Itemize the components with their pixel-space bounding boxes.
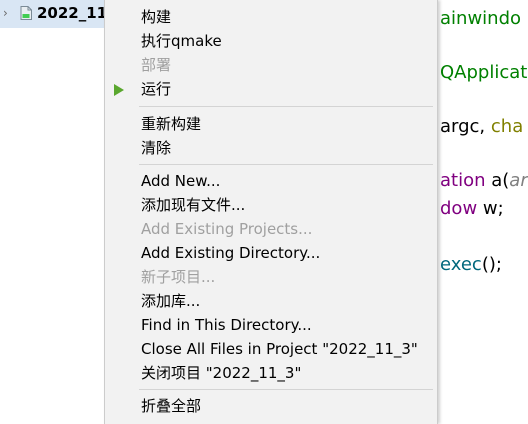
code-text: arg	[509, 170, 528, 191]
menu-item-label: Add New...	[141, 172, 221, 190]
code-text: ainwindo	[440, 8, 522, 29]
menu-item-label: Close All Files in Project "2022_11_3"	[141, 340, 418, 358]
code-text: a(	[491, 170, 510, 191]
menu-separator	[139, 164, 433, 165]
menu-item-label: 清除	[141, 139, 172, 157]
chevron-right-icon[interactable]: ›	[3, 6, 8, 20]
menu-item-label: 新子项目...	[141, 268, 216, 286]
menu-item-new-subproject: 新子项目...	[105, 265, 437, 289]
menu-item-label: 执行qmake	[141, 32, 222, 50]
code-text: w;	[482, 198, 504, 219]
menu-item-add-existing-files[interactable]: 添加现有文件...	[105, 193, 437, 217]
menu-item-label: 重新构建	[141, 115, 202, 133]
project-tree-item[interactable]: › 2022_11_	[0, 0, 115, 28]
menu-item-add-existing-directory[interactable]: Add Existing Directory...	[105, 241, 437, 265]
menu-item-close-project[interactable]: 关闭项目 "2022_11_3"	[105, 361, 437, 385]
code-line-6: exec();	[440, 254, 502, 276]
menu-item-collapse-all[interactable]: 折叠全部	[105, 394, 437, 418]
run-arrow-icon	[114, 84, 124, 96]
menu-item-deploy: 部署	[105, 53, 437, 77]
menu-item-label: 构建	[141, 8, 172, 26]
menu-item-run[interactable]: 运行	[105, 77, 437, 101]
menu-item-label: 折叠全部	[141, 397, 202, 415]
menu-separator	[139, 106, 433, 107]
menu-item-label: 部署	[141, 56, 172, 74]
menu-item-run-qmake[interactable]: 执行qmake	[105, 29, 437, 53]
project-name-label: 2022_11_	[37, 4, 115, 22]
menu-item-add-existing-projects: Add Existing Projects...	[105, 217, 437, 241]
code-text: exec	[440, 254, 482, 275]
code-text: dow	[440, 198, 483, 219]
code-line-1: ainwindo	[440, 8, 521, 30]
menu-item-label: Add Existing Directory...	[141, 244, 321, 262]
code-text: QApplicati	[440, 62, 528, 83]
context-menu: 构建 执行qmake 部署 运行 重新构建 清除 Add New... 添加现有…	[104, 0, 438, 424]
code-text: ();	[481, 254, 502, 275]
code-text: cha	[490, 116, 524, 137]
menu-item-label: 添加现有文件...	[141, 196, 246, 214]
menu-item-find-in-directory[interactable]: Find in This Directory...	[105, 313, 437, 337]
menu-separator	[139, 389, 433, 390]
menu-item-label: 添加库...	[141, 292, 201, 310]
code-line-5: dow w;	[440, 198, 504, 220]
menu-item-label: 运行	[141, 80, 172, 98]
code-line-4: ation a(arg	[440, 170, 528, 192]
code-text: argc,	[440, 116, 491, 137]
code-line-2: QApplicati	[440, 62, 528, 84]
menu-item-close-all-files[interactable]: Close All Files in Project "2022_11_3"	[105, 337, 437, 361]
menu-item-build[interactable]: 构建	[105, 5, 437, 29]
code-line-3: argc, cha	[440, 116, 523, 138]
menu-item-label: 关闭项目 "2022_11_3"	[141, 364, 302, 382]
menu-item-label: Add Existing Projects...	[141, 220, 313, 238]
menu-item-add-library[interactable]: 添加库...	[105, 289, 437, 313]
menu-item-label: Find in This Directory...	[141, 316, 312, 334]
code-text: ation	[440, 170, 492, 191]
menu-item-add-new[interactable]: Add New...	[105, 169, 437, 193]
menu-item-rebuild[interactable]: 重新构建	[105, 112, 437, 136]
qt-creator-window: › 2022_11_ ainwindo QApplicati argc, cha…	[0, 0, 528, 424]
qt-project-icon	[20, 6, 32, 20]
menu-item-clean[interactable]: 清除	[105, 136, 437, 160]
